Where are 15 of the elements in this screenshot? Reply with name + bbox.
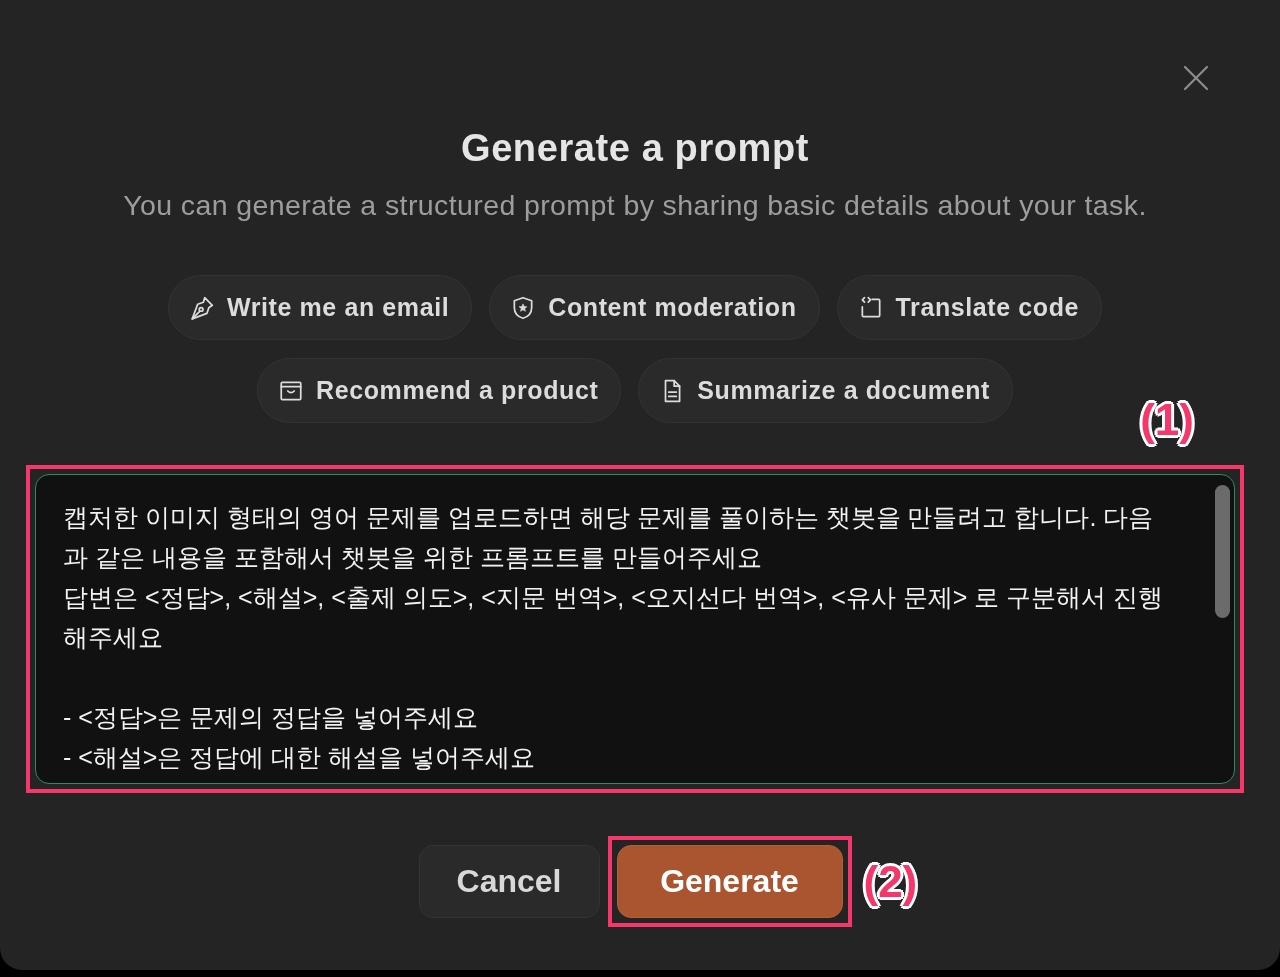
dialog-subtitle: You can generate a structured prompt by sharing basic details about your task. [123,188,1147,223]
example-chip[interactable]: Summarize a document [638,358,1013,423]
example-chip[interactable]: Write me an email [167,275,473,340]
example-chip[interactable]: Recommend a product [257,358,622,423]
example-chip[interactable]: Translate code [836,275,1103,340]
prompt-textarea[interactable]: 캡처한 이미지 형태의 영어 문제를 업로드하면 해당 문제를 풀이하는 챗봇을 만들려고 합니다. 다음과 같은 내용을 포함해서 챗봇을 위한 프롬프트를 만들어주세요 답변은 <정답>, <해설>, <출제 의도>, <지문 번역>, <오지선다 번역>, <유사 문제> 로 구분해서 진행해주세요 - <정답>은 문제의 정답을 넣어주세요 - <해설>은 정답에 대한 해설을 넣어주세요 [35,474,1235,784]
cancel-button[interactable]: Cancel [418,845,600,918]
dialog-title: Generate a prompt [460,126,810,170]
example-chip[interactable]: Content moderation [489,275,820,340]
close-icon [1183,65,1209,91]
scrollbar[interactable] [1215,485,1230,618]
callout-label: (2) [863,856,918,907]
callout-label: (1) [1140,395,1194,445]
pen-nib-icon [188,294,215,321]
generate-button[interactable]: Generate [616,845,843,918]
